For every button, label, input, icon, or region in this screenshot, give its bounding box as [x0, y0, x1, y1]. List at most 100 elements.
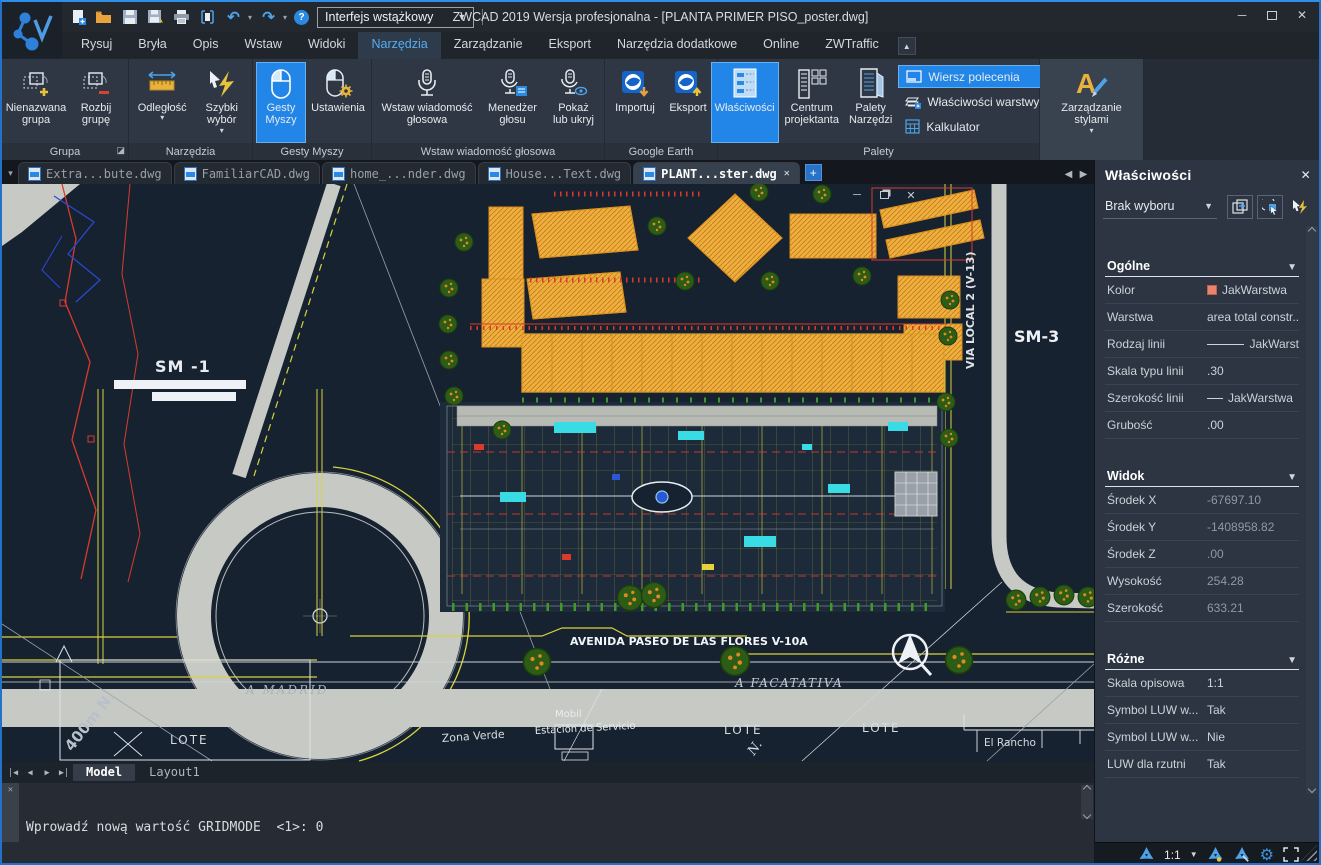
tab-eksport[interactable]: Eksport [536, 32, 604, 59]
tab-opis[interactable]: Opis [180, 32, 232, 59]
doc-minimize-button[interactable]: ─ [850, 188, 864, 202]
design-center-button[interactable]: Centrum projektanta [781, 62, 843, 143]
tab-layout1[interactable]: Layout1 [136, 764, 213, 781]
zwcad-logo[interactable] [2, 2, 62, 58]
scroll-up-icon[interactable] [1308, 227, 1316, 235]
tab-zwtraffic[interactable]: ZWTraffic [812, 32, 891, 59]
panel-scrollbar[interactable] [1306, 226, 1318, 794]
close-tab-icon[interactable]: ✕ [784, 168, 790, 179]
tab-narzedzia[interactable]: Narzędzia [358, 32, 440, 59]
style-manager-button[interactable]: A Zarządzanie stylami ▾ [1049, 62, 1135, 143]
layout-prev-icon[interactable]: ◀ [22, 768, 38, 778]
redo-button[interactable]: ↷ [259, 8, 278, 27]
property-row-srodek-x[interactable]: Środek X -67697.10 [1105, 487, 1299, 514]
show-hide-voice-button[interactable]: Pokaż lub ukryj [546, 62, 601, 143]
print-icon[interactable] [172, 8, 191, 27]
doc-tab-house[interactable]: House...Text.dwg [478, 162, 632, 184]
new-tab-button[interactable]: + [805, 164, 822, 181]
plot-preview-icon[interactable] [198, 8, 217, 27]
close-button[interactable]: ✕ [1295, 8, 1309, 22]
tab-zarzadzanie[interactable]: Zarządzanie [441, 32, 536, 59]
mouse-gestures-button[interactable]: Gesty Myszy [256, 62, 306, 143]
workspace-selector[interactable]: Interfejs wstążkowy ▼ [317, 7, 474, 28]
ribbon-collapse-button[interactable]: ▲ [898, 37, 916, 55]
undo-dropdown-caret[interactable]: ▾ [248, 13, 252, 22]
tool-palettes-button[interactable]: Palety Narzędzi [845, 62, 896, 143]
scroll-down-icon[interactable] [1083, 811, 1091, 819]
dialog-launcher-icon[interactable]: ◪ [116, 145, 125, 156]
layout-first-icon[interactable]: |◀ [5, 768, 21, 778]
auto-annotation-icon[interactable] [1233, 847, 1251, 863]
gesture-settings-button[interactable]: Ustawienia [308, 62, 368, 143]
quick-select-panel-button[interactable] [1287, 195, 1313, 219]
scroll-down-icon[interactable] [1308, 785, 1316, 793]
toggle-pickadd-button[interactable] [1227, 195, 1253, 219]
section-header[interactable]: Różne ▼ [1105, 652, 1299, 670]
properties-palette-button[interactable]: Właściwości [711, 62, 779, 143]
layer-properties-toggle[interactable]: Właściwości warstwy [898, 90, 1046, 113]
tab-scroll-right-icon[interactable]: ▶ [1077, 169, 1090, 180]
tab-widoki[interactable]: Widoki [295, 32, 359, 59]
site-plan-drawing[interactable]: SM -1 SM-3 A MADRID AVENIDA PASEO DE LAS… [2, 184, 1094, 762]
property-row-skala-opisowa[interactable]: Skala opisowa 1:1 [1105, 670, 1299, 697]
annotation-scale-icon[interactable] [1138, 847, 1155, 863]
property-row-skala-linii[interactable]: Skala typu linii .30 [1105, 358, 1299, 385]
redo-dropdown-caret[interactable]: ▾ [283, 13, 287, 22]
section-header[interactable]: Ogólne ▼ [1105, 259, 1299, 277]
doc-tab-home[interactable]: home_...nder.dwg [322, 162, 476, 184]
save-icon[interactable] [120, 8, 139, 27]
command-line-toggle[interactable]: Wiersz polecenia [898, 65, 1046, 88]
drawing-area[interactable]: ─ ✕ [2, 184, 1094, 762]
insert-voice-message-button[interactable]: Wstaw wiadomość głosowa [375, 62, 479, 143]
select-objects-button[interactable] [1257, 195, 1283, 219]
voice-manager-button[interactable]: Menedżer głosu [481, 62, 544, 143]
google-earth-export-button[interactable]: Eksport [663, 62, 713, 143]
property-row-szerokosc-linii[interactable]: Szerokość linii JakWarstwa [1105, 385, 1299, 412]
doc-tab-familiarcad[interactable]: FamiliarCAD.dwg [174, 162, 320, 184]
google-earth-import-button[interactable]: Importuj [609, 62, 661, 143]
save-as-icon[interactable] [146, 8, 165, 27]
layout-next-icon[interactable]: ▶ [39, 768, 55, 778]
maximize-button[interactable] [1265, 8, 1279, 22]
quick-select-button[interactable]: Szybki wybór ▾ [194, 62, 249, 143]
property-row-symbol-luw-2[interactable]: Symbol LUW w... Nie [1105, 724, 1299, 751]
annotation-scale-value[interactable]: 1:1 [1164, 848, 1181, 862]
property-row-warstwa[interactable]: Warstwa area total constr... [1105, 304, 1299, 331]
tab-scroll-left-icon[interactable]: ◀ [1062, 169, 1075, 180]
command-line-panel[interactable]: ✕ Wprowadź nową wartość GRIDMODE <1>: 0 … [2, 783, 1094, 842]
property-row-srodek-y[interactable]: Środek Y -1408958.82 [1105, 514, 1299, 541]
panel-close-icon[interactable]: ✕ [1301, 168, 1311, 182]
doc-tab-extra[interactable]: Extra...bute.dwg [18, 162, 172, 184]
settings-gear-icon[interactable]: ⚙ [1260, 845, 1274, 865]
tab-wstaw[interactable]: Wstaw [231, 32, 295, 59]
doc-tab-planta-active[interactable]: PLANT...ster.dwg✕ [633, 162, 800, 184]
minimize-button[interactable]: ─ [1235, 8, 1249, 22]
distance-button[interactable]: Odległość ▾ [132, 62, 192, 143]
fullscreen-icon[interactable] [1283, 847, 1299, 862]
selection-dropdown[interactable]: Brak wyboru ▼ [1103, 197, 1217, 219]
property-row-rodzaj-linii[interactable]: Rodzaj linii JakWarst [1105, 331, 1299, 358]
layout-last-icon[interactable]: ▶| [56, 768, 72, 778]
command-panel-gutter[interactable]: ✕ [2, 783, 19, 842]
command-scrollbar[interactable] [1081, 785, 1093, 819]
new-file-icon[interactable] [68, 8, 87, 27]
explode-group-button[interactable]: Rozbij grupę [68, 62, 124, 143]
property-row-srodek-z[interactable]: Środek Z .00 [1105, 541, 1299, 568]
tab-narzedzia-dodatkowe[interactable]: Narzędzia dodatkowe [604, 32, 750, 59]
property-row-szerokosc[interactable]: Szerokość 633.21 [1105, 595, 1299, 622]
annotation-visibility-icon[interactable] [1207, 847, 1224, 863]
tab-model[interactable]: Model [73, 764, 135, 781]
doc-restore-button[interactable] [877, 188, 891, 202]
property-row-luw-rzutni[interactable]: LUW dla rzutni Tak [1105, 751, 1299, 778]
open-folder-icon[interactable] [94, 8, 113, 27]
scroll-up-icon[interactable] [1083, 785, 1091, 793]
property-row-kolor[interactable]: Kolor JakWarstwa [1105, 277, 1299, 304]
property-row-grubosc[interactable]: Grubość .00 [1105, 412, 1299, 439]
property-row-symbol-luw-1[interactable]: Symbol LUW w... Tak [1105, 697, 1299, 724]
tab-rysuj[interactable]: Rysuj [68, 32, 125, 59]
section-header[interactable]: Widok ▼ [1105, 469, 1299, 487]
unnamed-group-button[interactable]: Nienazwana grupa [6, 62, 66, 143]
close-icon[interactable]: ✕ [8, 785, 13, 842]
tab-online[interactable]: Online [750, 32, 812, 59]
tab-overflow-icon[interactable]: ▾ [3, 168, 18, 184]
